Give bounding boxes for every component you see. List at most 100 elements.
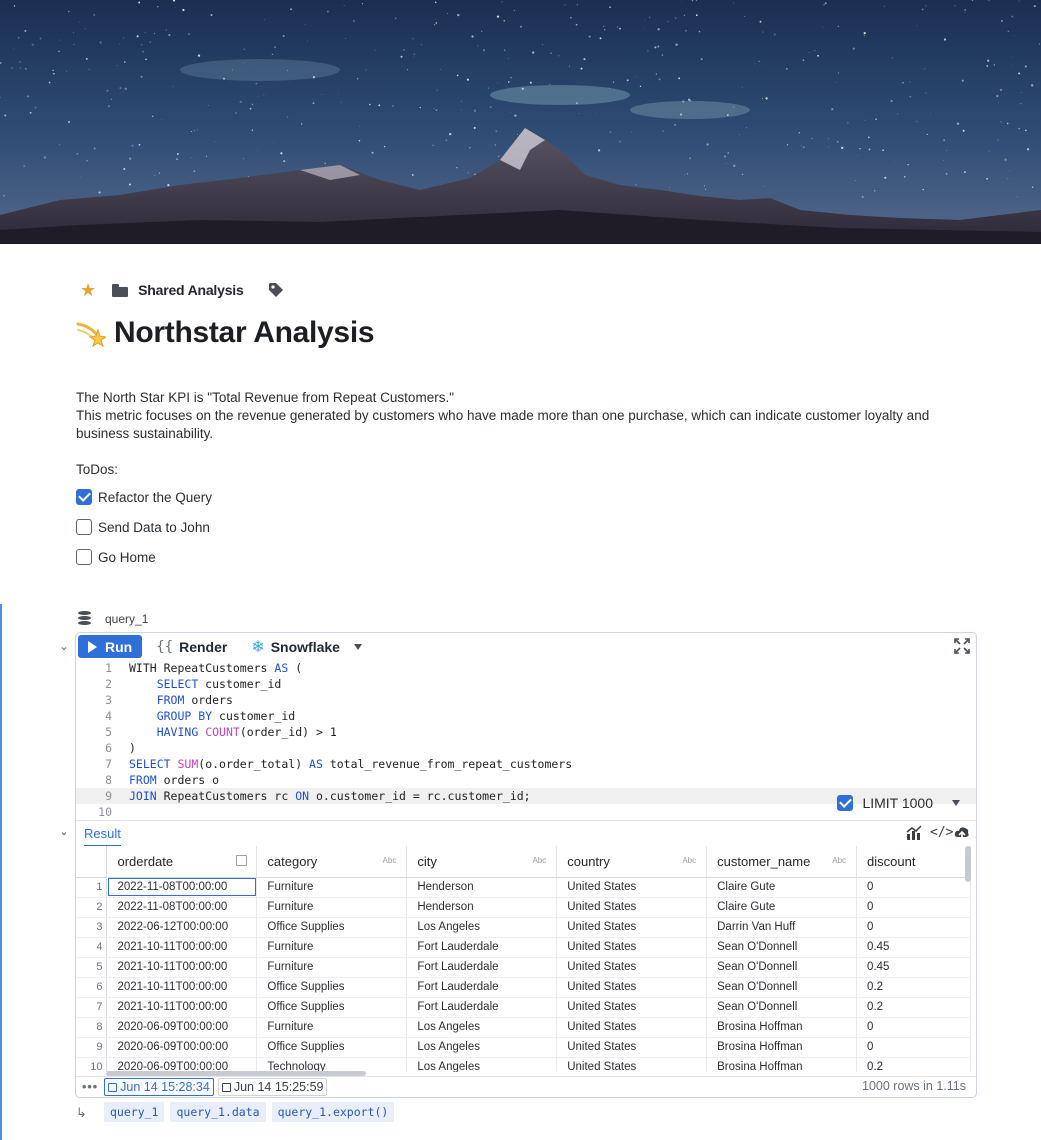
table-row[interactable]: 2 2022-11-08T00:00:00 Furniture Henderson Un… (76, 897, 971, 918)
render-button[interactable]: {{ Render (156, 639, 227, 655)
table-cell[interactable]: Henderson (406, 897, 558, 918)
table-row[interactable]: 7 2021-10-11T00:00:00 Office Supplies Fort … (76, 997, 971, 1018)
output-chip[interactable]: query_1 (104, 1102, 165, 1122)
column-header[interactable]: orderdate (106, 846, 258, 878)
table-cell[interactable]: United States (556, 1017, 708, 1038)
table-cell[interactable]: Los Angeles (406, 1037, 558, 1058)
previous-run-timestamp[interactable]: Jun 14 15:25:59 (217, 1078, 328, 1096)
table-cell[interactable]: Henderson (406, 877, 558, 898)
table-cell[interactable]: Furniture (256, 1017, 408, 1038)
table-cell[interactable]: 0 (856, 877, 971, 898)
table-cell[interactable]: 2021-10-11T00:00:00 (106, 937, 258, 958)
vertical-scrollbar[interactable] (965, 846, 971, 882)
table-cell[interactable]: Claire Gute (706, 877, 858, 898)
table-cell[interactable]: United States (556, 937, 708, 958)
table-cell[interactable]: 0 (856, 917, 971, 938)
table-cell[interactable]: United States (556, 1037, 708, 1058)
table-cell[interactable]: United States (556, 997, 708, 1018)
output-chip[interactable]: query_1.export() (271, 1102, 395, 1122)
table-cell[interactable]: 2021-10-11T00:00:00 (106, 957, 258, 978)
column-header[interactable]: category Abc (256, 846, 408, 878)
table-row[interactable]: 5 2021-10-11T00:00:00 Furniture Fort Lauder… (76, 957, 971, 978)
todo-checkbox[interactable] (76, 519, 92, 535)
result-grid[interactable]: orderdate category Abc city Abc country Abc… (76, 846, 971, 1072)
tab-result[interactable]: Result (84, 821, 121, 847)
limit-checkbox[interactable] (837, 795, 854, 811)
table-row[interactable]: 10 2020-06-09T00:00:00 Technology Los Angel… (76, 1057, 971, 1072)
table-cell[interactable]: United States (556, 957, 708, 978)
table-row[interactable]: 3 2022-06-12T00:00:00 Office Supplies Los A… (76, 917, 971, 938)
todo-item[interactable]: Refactor the Query (76, 489, 212, 505)
table-cell[interactable]: Office Supplies (256, 1037, 408, 1058)
table-cell[interactable]: Furniture (256, 957, 408, 978)
table-cell[interactable]: United States (556, 977, 708, 998)
table-cell[interactable]: 2020-06-09T00:00:00 (106, 1037, 258, 1058)
table-cell[interactable]: 0.45 (856, 937, 971, 958)
table-cell[interactable]: 2021-10-11T00:00:00 (106, 997, 258, 1018)
table-row[interactable]: 9 2020-06-09T00:00:00 Office Supplies Los A… (76, 1037, 971, 1058)
table-cell[interactable]: Furniture (256, 877, 408, 898)
limit-control[interactable]: LIMIT 1000 (837, 795, 960, 811)
table-cell[interactable]: 0 (856, 1017, 971, 1038)
collapse-result-chevron-icon[interactable]: ⌄ (58, 826, 70, 838)
table-cell[interactable]: Fort Lauderdale (406, 997, 558, 1018)
table-cell[interactable]: Sean O'Donnell (706, 977, 858, 998)
column-header[interactable]: customer_name Abc (706, 846, 858, 878)
table-cell[interactable]: Fort Lauderdale (406, 937, 558, 958)
expand-icon[interactable] (954, 638, 970, 654)
todo-item[interactable]: Go Home (76, 549, 156, 565)
table-cell[interactable]: 0.45 (856, 957, 971, 978)
table-cell[interactable]: Sean O'Donnell (706, 997, 858, 1018)
table-cell[interactable]: 0.2 (856, 1057, 971, 1072)
table-cell[interactable]: United States (556, 917, 708, 938)
table-cell[interactable]: 2020-06-09T00:00:00 (106, 1057, 258, 1072)
table-cell[interactable]: Los Angeles (406, 917, 558, 938)
table-cell[interactable]: 0 (856, 1037, 971, 1058)
folder-label[interactable]: Shared Analysis (138, 282, 244, 298)
table-cell[interactable]: 2022-11-08T00:00:00 (106, 877, 258, 898)
table-cell[interactable]: Office Supplies (256, 997, 408, 1018)
run-button[interactable]: Run (78, 635, 143, 658)
table-cell[interactable]: United States (556, 1057, 708, 1072)
table-row[interactable]: 6 2021-10-11T00:00:00 Office Supplies Fort … (76, 977, 971, 998)
table-cell[interactable]: 2020-06-09T00:00:00 (106, 1017, 258, 1038)
table-cell[interactable]: 2022-06-12T00:00:00 (106, 917, 258, 938)
table-cell[interactable]: United States (556, 877, 708, 898)
query-name[interactable]: query_1 (105, 612, 148, 626)
table-cell[interactable]: Darrin Van Huff (706, 917, 858, 938)
table-cell[interactable]: Sean O'Donnell (706, 937, 858, 958)
table-cell[interactable]: Brosina Hoffman (706, 1017, 858, 1038)
table-cell[interactable]: 0.2 (856, 977, 971, 998)
todo-checkbox[interactable] (76, 549, 92, 565)
collapse-editor-chevron-icon[interactable]: ⌄ (58, 641, 70, 653)
table-cell[interactable]: Brosina Hoffman (706, 1057, 858, 1072)
column-header[interactable]: discount (856, 846, 971, 878)
column-header[interactable]: country Abc (556, 846, 708, 878)
table-cell[interactable]: 0 (856, 897, 971, 918)
table-cell[interactable]: Furniture (256, 897, 408, 918)
run-timestamp[interactable]: Jun 14 15:28:34 (104, 1078, 214, 1096)
table-cell[interactable]: 2022-11-08T00:00:00 (106, 897, 258, 918)
table-cell[interactable]: Furniture (256, 937, 408, 958)
table-row[interactable]: 4 2021-10-11T00:00:00 Furniture Fort Lauder… (76, 937, 971, 958)
table-cell[interactable]: Los Angeles (406, 1017, 558, 1038)
todo-item[interactable]: Send Data to John (76, 519, 210, 535)
table-cell[interactable]: United States (556, 897, 708, 918)
connection-select[interactable]: ❄ Snowflake (251, 637, 362, 657)
more-options-icon[interactable]: ••• (82, 1080, 98, 1094)
table-row[interactable]: 8 2020-06-09T00:00:00 Furniture Los Angeles… (76, 1017, 971, 1038)
code-icon[interactable]: </> (930, 825, 953, 841)
star-icon[interactable]: ★ (80, 280, 96, 300)
todo-checkbox[interactable] (76, 489, 92, 505)
table-cell[interactable]: Los Angeles (406, 1057, 558, 1072)
output-chip[interactable]: query_1.data (170, 1102, 266, 1122)
table-cell[interactable]: Fort Lauderdale (406, 977, 558, 998)
table-cell[interactable]: 2021-10-11T00:00:00 (106, 977, 258, 998)
table-cell[interactable]: Office Supplies (256, 977, 408, 998)
table-cell[interactable]: Office Supplies (256, 917, 408, 938)
table-cell[interactable]: Sean O'Donnell (706, 957, 858, 978)
upload-cloud-icon[interactable] (954, 825, 970, 841)
table-cell[interactable]: Fort Lauderdale (406, 957, 558, 978)
chevron-down-icon[interactable] (952, 800, 960, 806)
chart-icon[interactable] (906, 825, 922, 841)
